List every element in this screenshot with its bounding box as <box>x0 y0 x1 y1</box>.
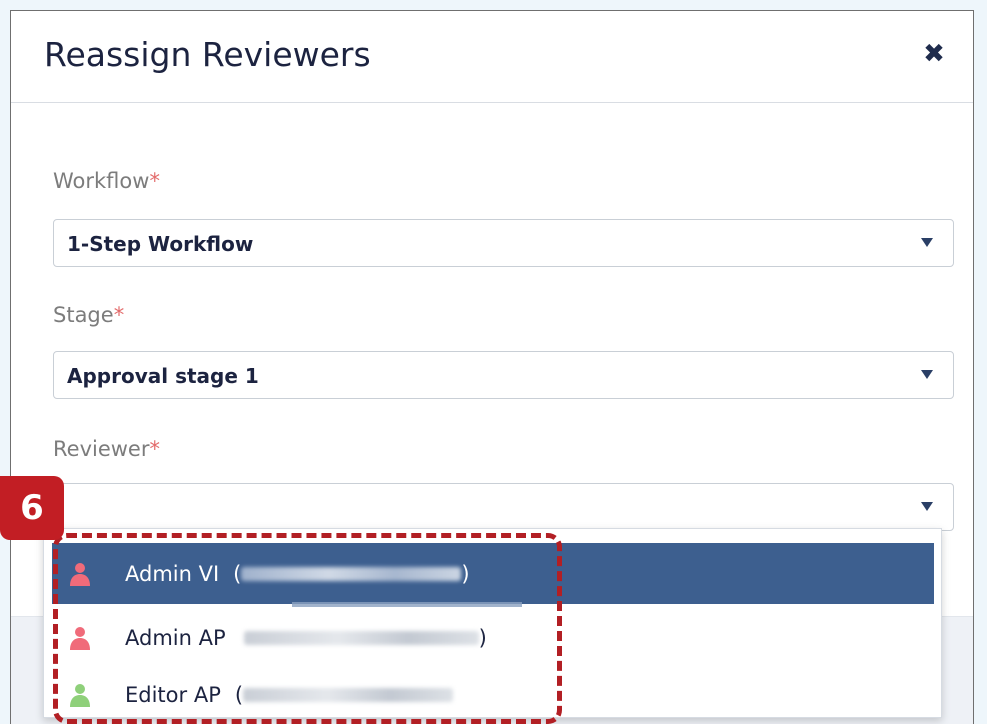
redacted-email <box>243 687 454 702</box>
required-mark: * <box>149 437 160 461</box>
person-icon <box>70 562 90 586</box>
required-mark: * <box>149 169 160 193</box>
chevron-down-icon <box>921 238 933 247</box>
email-open-paren: ( <box>234 682 244 707</box>
reviewer-select[interactable] <box>53 483 954 531</box>
reviewer-option[interactable]: Admin VI ( ) <box>52 543 934 604</box>
required-mark: * <box>113 303 125 327</box>
reviewer-label-text: Reviewer <box>53 437 150 461</box>
email-open-paren: ( <box>233 561 242 586</box>
modal-title: Reassign Reviewers <box>44 35 371 74</box>
stage-select[interactable]: Approval stage 1 <box>53 351 954 399</box>
reviewer-option[interactable]: Admin AP ) <box>52 607 934 668</box>
stage-label: Stage* <box>53 303 124 327</box>
step-number-badge: 6 <box>0 476 64 540</box>
reviewer-option-name: Editor AP <box>125 682 221 707</box>
stage-select-value: Approval stage 1 <box>67 364 259 388</box>
close-icon[interactable]: ✖ <box>917 37 951 71</box>
reviewer-option-name: Admin AP <box>125 625 226 650</box>
workflow-label-text: Workflow <box>53 169 150 193</box>
email-close-paren: ) <box>461 561 470 586</box>
workflow-select-value: 1-Step Workflow <box>67 232 254 256</box>
workflow-select[interactable]: 1-Step Workflow <box>53 219 954 267</box>
email-close-paren: ) <box>478 625 487 650</box>
workflow-label: Workflow* <box>53 169 160 193</box>
reviewer-dropdown-list: Admin VI ( ) Admin AP ) Editor AP ( <box>43 528 942 718</box>
stage-label-text: Stage <box>53 303 114 327</box>
redacted-email <box>243 630 479 645</box>
person-icon <box>70 626 90 650</box>
redacted-email <box>241 566 462 581</box>
person-icon <box>70 683 90 707</box>
reviewer-label: Reviewer* <box>53 437 160 461</box>
chevron-down-icon <box>921 370 933 379</box>
reviewer-option[interactable]: Editor AP ( <box>52 664 934 724</box>
redaction-underline <box>292 602 522 607</box>
chevron-down-icon <box>921 502 933 511</box>
modal-header: Reassign Reviewers ✖ <box>11 11 973 103</box>
reviewer-option-name: Admin VI <box>125 561 220 586</box>
